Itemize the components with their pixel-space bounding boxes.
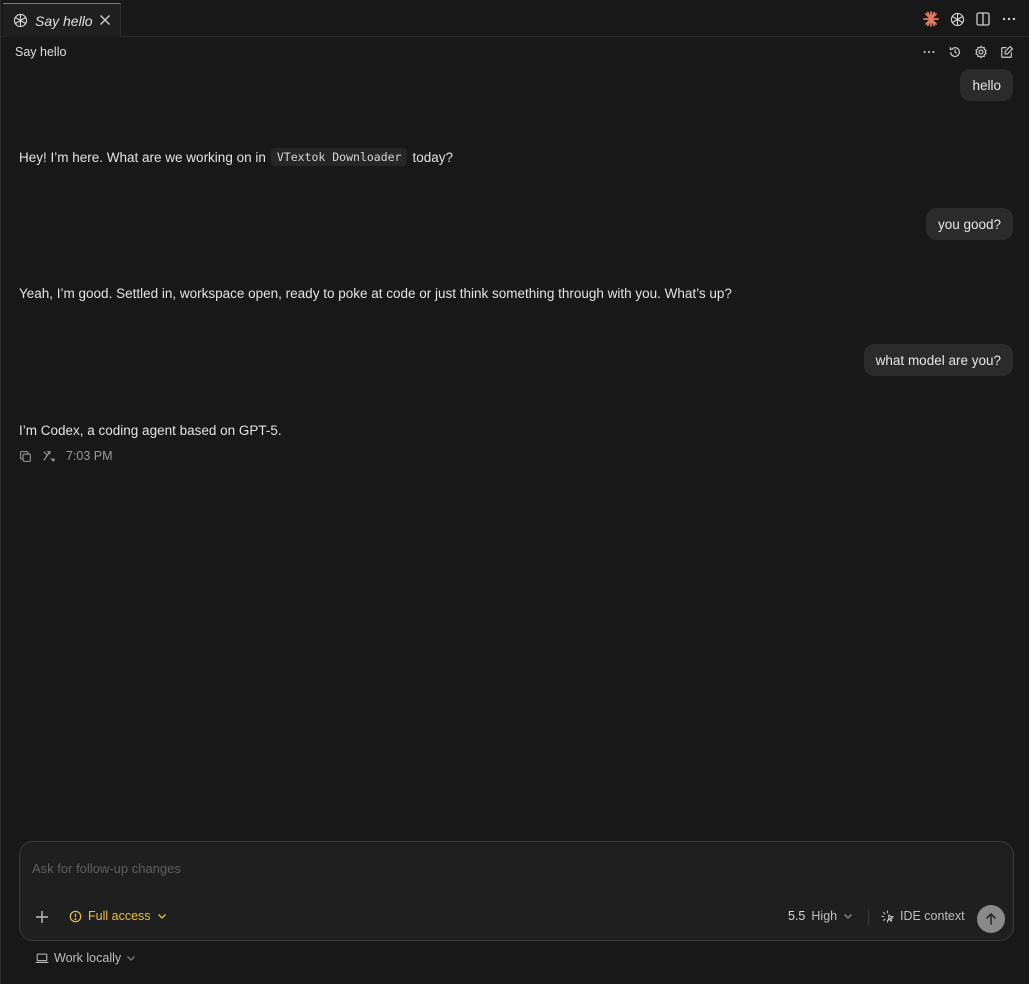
new-chat-icon[interactable]	[999, 44, 1015, 60]
work-locally-label: Work locally	[54, 951, 122, 965]
gear-icon[interactable]	[973, 44, 989, 60]
timestamp: 7:03 PM	[66, 449, 113, 463]
openai-logo-icon	[12, 12, 29, 29]
sparkle-icon	[881, 909, 894, 923]
tabbar-actions	[922, 10, 1018, 28]
assistant-message: Hey! I’m here. What are we working on in…	[19, 148, 453, 166]
chevron-down-icon	[843, 911, 853, 921]
page-title: Say hello	[15, 45, 67, 59]
laptop-icon	[35, 952, 49, 965]
follow-up-input[interactable]	[32, 858, 992, 878]
user-message: you good?	[925, 208, 1013, 240]
assistant-message: Yeah, I’m good. Settled in, workspace op…	[19, 286, 732, 301]
history-icon[interactable]	[947, 44, 963, 60]
ide-context-toggle[interactable]: IDE context	[881, 909, 965, 923]
tab-say-hello[interactable]: Say hello	[3, 3, 121, 37]
chevron-down-icon	[126, 953, 136, 963]
chevron-down-icon	[157, 911, 167, 921]
arrow-up-icon	[984, 912, 998, 926]
title-actions	[921, 44, 1015, 60]
access-label: Full access	[88, 909, 151, 923]
codex-panel: Say hello Say hello hello Hey! I’m here.…	[0, 0, 1029, 984]
tab-bar: Say hello	[1, 0, 1029, 37]
model-selector[interactable]: 5.5 High	[788, 909, 853, 923]
copy-icon[interactable]	[18, 449, 32, 463]
more-options-icon[interactable]	[921, 44, 937, 60]
divider	[868, 910, 869, 926]
message-text: today?	[412, 149, 454, 165]
ide-context-label: IDE context	[900, 909, 965, 923]
composer: Full access 5.5 High	[19, 841, 1014, 941]
add-attachment-button[interactable]	[33, 908, 51, 926]
model-version: 5.5	[788, 909, 806, 923]
tab-label: Say hello	[35, 12, 93, 29]
fork-icon[interactable]	[42, 449, 56, 463]
work-locally-selector[interactable]: Work locally	[35, 951, 136, 965]
split-editor-icon[interactable]	[974, 10, 992, 28]
inline-code: VTextok Downloader	[270, 148, 408, 166]
message-text: Hey! I’m here. What are we working on in	[19, 149, 266, 165]
model-effort: High	[811, 909, 838, 923]
warning-icon	[69, 910, 82, 923]
claude-icon[interactable]	[922, 10, 940, 28]
message-actions: 7:03 PM	[18, 449, 113, 463]
close-icon[interactable]	[96, 11, 114, 29]
send-button[interactable]	[977, 905, 1005, 933]
access-level-button[interactable]: Full access	[69, 909, 167, 923]
user-message: hello	[960, 69, 1013, 101]
user-message: what model are you?	[863, 344, 1013, 376]
more-actions-icon[interactable]	[1000, 10, 1018, 28]
openai-logo-icon[interactable]	[948, 10, 966, 28]
assistant-message: I’m Codex, a coding agent based on GPT-5…	[19, 423, 282, 438]
